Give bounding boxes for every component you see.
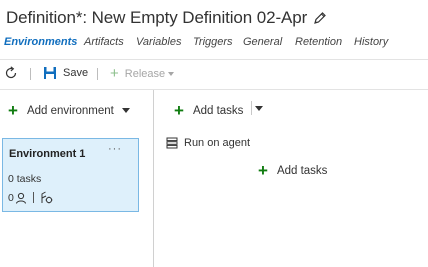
release-label: Release xyxy=(124,67,166,80)
toolbar-separator xyxy=(30,68,31,80)
save-icon xyxy=(44,67,56,79)
server-icon xyxy=(166,137,178,149)
tab-history[interactable]: History xyxy=(354,36,388,48)
add-environment-button[interactable]: + Add environment xyxy=(8,102,130,119)
approvals-separator xyxy=(32,192,34,203)
tasks-pane: + Add tasks Run on agent + Add tasks xyxy=(154,90,428,267)
plus-icon: + xyxy=(258,161,268,180)
add-tasks-button[interactable]: + Add tasks xyxy=(174,102,243,119)
add-environment-label: Add environment xyxy=(26,104,114,117)
plus-icon: + xyxy=(174,101,184,120)
definition-toolbar: Save + Release xyxy=(0,62,428,86)
tab-retention[interactable]: Retention xyxy=(295,36,342,48)
run-on-agent-phase[interactable]: Run on agent xyxy=(166,137,250,149)
add-tasks-center-label: Add tasks xyxy=(276,164,328,177)
chevron-down-icon[interactable] xyxy=(121,108,130,113)
deployment-conditions-icon[interactable] xyxy=(40,191,53,204)
pencil-edit-icon[interactable] xyxy=(313,11,327,25)
plus-icon: + xyxy=(110,65,119,82)
toolbar-top-divider xyxy=(0,59,428,60)
refresh-button[interactable] xyxy=(4,66,18,80)
definition-title-bar: Definition*: New Empty Definition 02-Apr xyxy=(6,6,327,30)
tab-artifacts[interactable]: Artifacts xyxy=(84,36,124,48)
add-tasks-label: Add tasks xyxy=(192,104,244,117)
approvers-count: 0 xyxy=(8,191,14,204)
toolbar-separator xyxy=(97,68,98,80)
tab-general[interactable]: General xyxy=(243,36,282,48)
add-tasks-link[interactable]: + Add tasks xyxy=(258,162,327,179)
person-icon xyxy=(15,192,26,204)
run-on-agent-label: Run on agent xyxy=(184,137,251,149)
chevron-down-icon xyxy=(168,71,175,76)
chevron-down-icon[interactable] xyxy=(255,106,263,111)
definition-title: Definition*: New Empty Definition 02-Apr xyxy=(6,8,308,27)
environment-card[interactable]: Environment 1 ··· 0 tasks 0 xyxy=(2,138,139,212)
definition-tabs: Environments Artifacts Variables Trigger… xyxy=(0,36,428,54)
save-button[interactable]: Save xyxy=(43,66,88,80)
release-button[interactable]: + Release xyxy=(110,65,175,82)
tab-variables[interactable]: Variables xyxy=(136,36,181,48)
more-options-icon[interactable]: ··· xyxy=(108,143,122,155)
plus-icon: + xyxy=(8,101,18,120)
tab-environments[interactable]: Environments xyxy=(4,36,77,48)
environment-approvals: 0 xyxy=(8,191,53,204)
save-label: Save xyxy=(63,67,89,79)
split-button-separator xyxy=(251,101,252,115)
refresh-icon xyxy=(5,66,17,79)
environment-name: Environment 1 xyxy=(9,148,86,160)
environments-pane: + Add environment Environment 1 ··· 0 ta… xyxy=(0,90,153,267)
tab-triggers[interactable]: Triggers xyxy=(193,36,233,48)
environment-task-count: 0 tasks xyxy=(8,173,42,185)
